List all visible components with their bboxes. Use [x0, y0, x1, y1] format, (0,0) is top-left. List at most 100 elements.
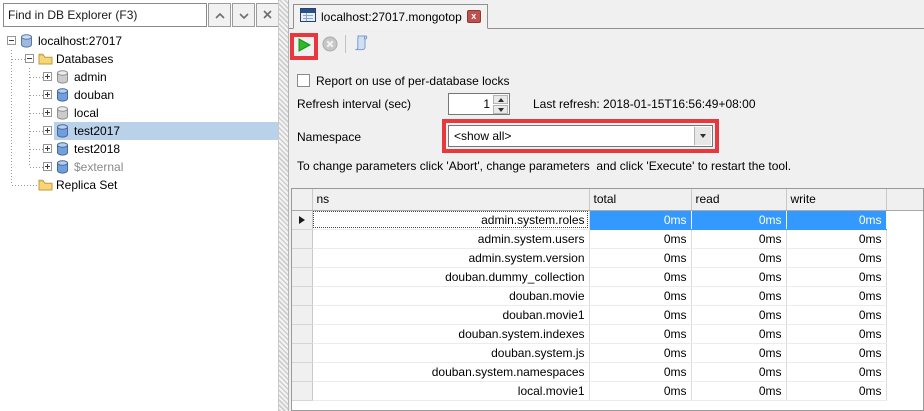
table-row[interactable]: admin.system.version 0ms 0ms 0ms	[292, 248, 923, 268]
cell-total[interactable]: 0ms	[589, 248, 692, 268]
row-selector-cell[interactable]	[292, 267, 313, 287]
tree-item-localhost-27017[interactable]: localhost:27017	[0, 32, 278, 50]
table-row[interactable]: douban.system.js 0ms 0ms 0ms	[292, 343, 923, 363]
row-selector-cell[interactable]	[292, 324, 313, 344]
tree-item-external[interactable]: $external	[0, 158, 278, 176]
cell-read[interactable]: 0ms	[691, 248, 787, 268]
tree-item-douban[interactable]: douban	[0, 86, 278, 104]
cell-ns[interactable]: douban.movie1	[312, 305, 590, 325]
panel-splitter[interactable]	[278, 0, 289, 411]
cell-read[interactable]: 0ms	[691, 286, 787, 306]
table-row[interactable]: admin.system.users 0ms 0ms 0ms	[292, 229, 923, 249]
cell-ns[interactable]: local.movie1	[312, 381, 590, 401]
cell-read[interactable]: 0ms	[691, 343, 787, 363]
table-row[interactable]: admin.system.roles 0ms 0ms 0ms	[292, 210, 923, 230]
cell-ns[interactable]: douban.movie	[312, 286, 590, 306]
row-selector-cell[interactable]	[292, 343, 313, 363]
row-selector-cell[interactable]	[292, 381, 313, 401]
cell-write[interactable]: 0ms	[786, 210, 887, 230]
close-icon	[263, 8, 272, 22]
cell-ns[interactable]: douban.system.indexes	[312, 324, 590, 344]
collapse-icon[interactable]	[25, 54, 34, 63]
chevron-up-icon	[214, 8, 225, 22]
triangle-down-icon	[497, 107, 504, 112]
cell-write[interactable]: 0ms	[786, 324, 887, 344]
cell-read[interactable]: 0ms	[691, 229, 787, 249]
cell-ns[interactable]: admin.system.roles	[312, 210, 590, 230]
row-selector-cell[interactable]	[292, 305, 313, 325]
table-row[interactable]: douban.dummy_collection 0ms 0ms 0ms	[292, 267, 923, 287]
cell-read[interactable]: 0ms	[691, 362, 787, 382]
expand-icon[interactable]	[43, 108, 52, 117]
execute-button[interactable]	[297, 37, 312, 56]
table-row[interactable]: douban.movie 0ms 0ms 0ms	[292, 286, 923, 306]
table-row[interactable]: douban.system.namespaces 0ms 0ms 0ms	[292, 362, 923, 382]
expand-icon[interactable]	[43, 72, 52, 81]
table-row[interactable]: douban.movie1 0ms 0ms 0ms	[292, 305, 923, 325]
tree-item-test2018[interactable]: test2018	[0, 140, 278, 158]
row-selector-cell[interactable]	[292, 229, 313, 249]
cell-read[interactable]: 0ms	[691, 381, 787, 401]
tree-item-admin[interactable]: admin	[0, 68, 278, 86]
cell-write[interactable]: 0ms	[786, 305, 887, 325]
cell-write[interactable]: 0ms	[786, 229, 887, 249]
tree-item-local[interactable]: local	[0, 104, 278, 122]
tree-item-databases[interactable]: Databases	[0, 50, 278, 68]
cell-total[interactable]: 0ms	[589, 229, 692, 249]
cell-ns[interactable]: admin.system.version	[312, 248, 590, 268]
expand-icon[interactable]	[43, 144, 52, 153]
cell-write[interactable]: 0ms	[786, 248, 887, 268]
cell-read[interactable]: 0ms	[691, 210, 787, 230]
tab-close-button[interactable]: x	[466, 10, 481, 23]
header-total[interactable]: total	[589, 189, 692, 211]
abort-button[interactable]	[322, 36, 338, 52]
cell-total[interactable]: 0ms	[589, 267, 692, 287]
dropdown-arrow-button[interactable]	[694, 127, 711, 145]
table-row[interactable]: local.movie1 0ms 0ms 0ms	[292, 381, 923, 401]
cell-ns[interactable]: douban.system.namespaces	[312, 362, 590, 382]
find-previous-button[interactable]	[208, 3, 231, 27]
cell-total[interactable]: 0ms	[589, 362, 692, 382]
cell-read[interactable]: 0ms	[691, 267, 787, 287]
row-selector-cell[interactable]	[292, 362, 313, 382]
header-read[interactable]: read	[691, 189, 787, 211]
cell-ns[interactable]: admin.system.users	[312, 229, 590, 249]
expand-icon[interactable]	[43, 162, 52, 171]
locks-checkbox[interactable]	[297, 74, 310, 87]
cell-total[interactable]: 0ms	[589, 286, 692, 306]
find-next-button[interactable]	[232, 3, 255, 27]
row-selector-cell[interactable]	[292, 286, 313, 306]
row-selector-cell[interactable]	[292, 248, 313, 268]
cell-total[interactable]: 0ms	[589, 343, 692, 363]
cell-read[interactable]: 0ms	[691, 324, 787, 344]
cell-total[interactable]: 0ms	[589, 381, 692, 401]
tree-item-test2017[interactable]: test2017	[0, 122, 278, 140]
header-ns[interactable]: ns	[312, 189, 590, 211]
header-write[interactable]: write	[786, 189, 887, 211]
find-close-button[interactable]	[256, 3, 279, 27]
cell-ns[interactable]: douban.system.js	[312, 343, 590, 363]
script-button[interactable]	[352, 34, 370, 52]
table-row[interactable]: douban.system.indexes 0ms 0ms 0ms	[292, 324, 923, 344]
cell-ns[interactable]: douban.dummy_collection	[312, 267, 590, 287]
cell-write[interactable]: 0ms	[786, 286, 887, 306]
cell-total[interactable]: 0ms	[589, 305, 692, 325]
refresh-interval-stepper[interactable]: 1	[448, 93, 510, 115]
cell-read[interactable]: 0ms	[691, 305, 787, 325]
expand-icon[interactable]	[43, 126, 52, 135]
namespace-dropdown[interactable]: <show all>	[448, 125, 713, 147]
collapse-icon[interactable]	[7, 36, 16, 45]
row-selector-cell[interactable]	[292, 210, 313, 230]
stepper-up-button[interactable]	[493, 95, 508, 104]
tab-mongotop[interactable]: localhost:27017.mongotop x	[293, 4, 488, 29]
cell-write[interactable]: 0ms	[786, 381, 887, 401]
cell-total[interactable]: 0ms	[589, 324, 692, 344]
expand-icon[interactable]	[43, 90, 52, 99]
cell-write[interactable]: 0ms	[786, 362, 887, 382]
cell-total[interactable]: 0ms	[589, 210, 692, 230]
tree-item-replica-set[interactable]: Replica Set	[0, 176, 278, 194]
cell-write[interactable]: 0ms	[786, 267, 887, 287]
db-explorer-search-input[interactable]	[3, 3, 207, 27]
stepper-down-button[interactable]	[493, 105, 508, 114]
cell-write[interactable]: 0ms	[786, 343, 887, 363]
